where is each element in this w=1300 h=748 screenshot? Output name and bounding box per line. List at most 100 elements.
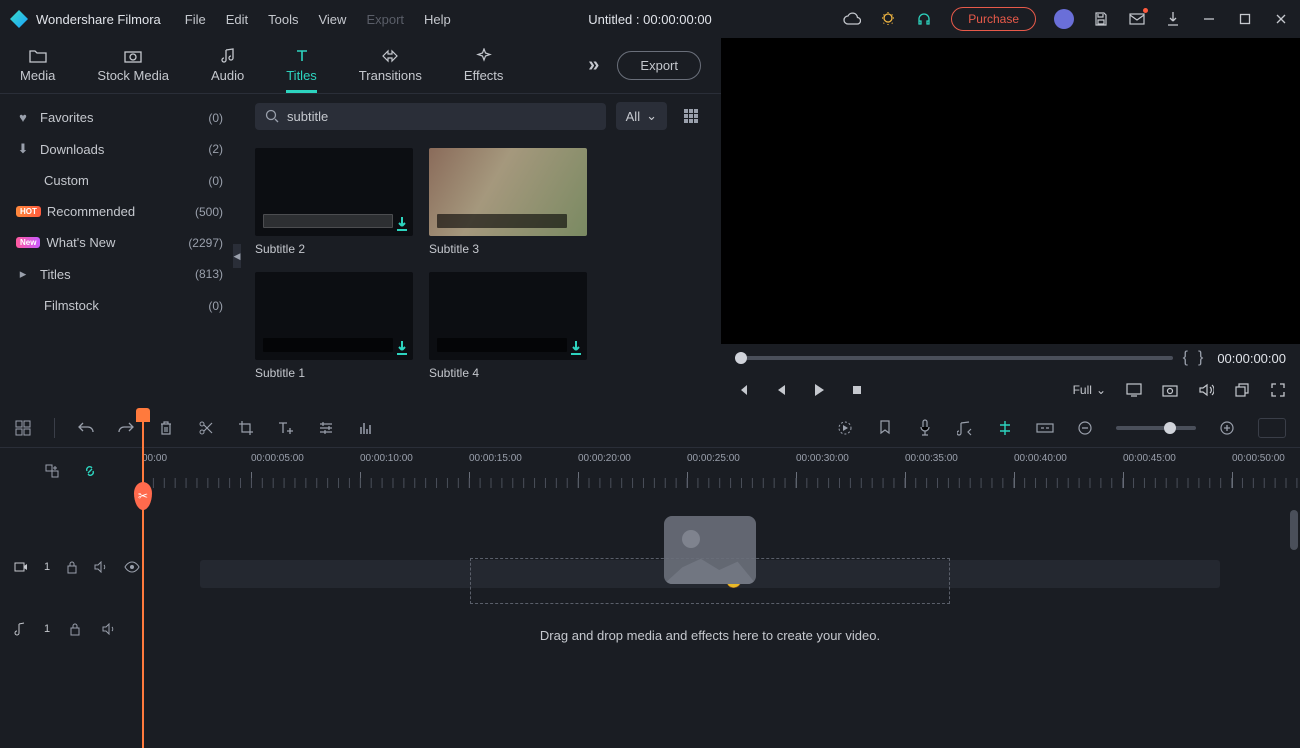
purchase-button[interactable]: Purchase [951,7,1036,31]
sidebar-item-custom[interactable]: Custom (0) [0,165,239,196]
eye-icon[interactable] [124,558,140,576]
volume-icon[interactable] [1198,382,1214,398]
tab-titles[interactable]: Titles [286,48,317,83]
menu-tools[interactable]: Tools [268,12,298,27]
sidebar-item-favorites[interactable]: ♥ Favorites (0) [0,102,239,133]
playhead[interactable]: ✂ [142,408,144,746]
link-icon[interactable] [81,462,99,480]
save-icon[interactable] [1092,10,1110,28]
mute-icon[interactable] [94,558,108,576]
marker-icon[interactable] [876,419,894,437]
prev-frame-icon[interactable] [735,382,751,398]
lock-icon[interactable] [66,620,84,638]
thumb-label: Subtitle 3 [429,242,587,256]
detach-window-icon[interactable] [1234,382,1250,398]
audio-mixer-icon[interactable] [357,419,375,437]
collapse-handle-icon[interactable]: ◀ [233,244,241,268]
mark-in-icon[interactable]: { [1183,349,1188,367]
menu-edit[interactable]: Edit [226,12,248,27]
display-icon[interactable] [1126,382,1142,398]
sidebar-item-downloads[interactable]: ⬇ Downloads (2) [0,133,239,165]
search-input[interactable] [287,109,596,124]
sidebar-item-filmstock[interactable]: Filmstock (0) [0,290,239,321]
lock-icon[interactable] [66,558,78,576]
add-track-icon[interactable] [43,462,61,480]
menu-file[interactable]: File [185,12,206,27]
zoom-out-icon[interactable] [1076,419,1094,437]
camera-icon [123,48,143,64]
scrollbar-thumb[interactable] [1290,510,1298,550]
tab-stock-media[interactable]: Stock Media [97,48,169,83]
mark-out-icon[interactable]: } [1198,349,1203,367]
video-track-header[interactable]: 1 [0,546,142,588]
voiceover-icon[interactable] [916,419,934,437]
minimize-button[interactable] [1200,10,1218,28]
sidebar-item-recommended[interactable]: HOT Recommended (500) [0,196,239,227]
download-icon[interactable] [1164,10,1182,28]
mute-icon[interactable] [100,620,118,638]
zoom-in-icon[interactable] [1218,419,1236,437]
music-note-icon [218,48,238,64]
transition-icon [380,48,400,64]
headphones-icon[interactable] [915,10,933,28]
scrubber-track[interactable] [735,356,1173,360]
layout-icon[interactable] [14,419,32,437]
play-icon[interactable] [811,382,827,398]
undo-icon[interactable] [77,419,95,437]
title-thumb[interactable]: Subtitle 4 [429,272,587,380]
tab-audio[interactable]: Audio [211,48,244,83]
crop-icon[interactable] [237,419,255,437]
redo-icon[interactable] [117,419,135,437]
auto-ripple-icon[interactable] [1036,419,1054,437]
render-icon[interactable] [836,419,854,437]
timeline-ruler[interactable]: 00:0000:00:05:0000:00:10:0000:00:15:0000… [142,448,1300,494]
sidebar-item-whats-new[interactable]: New What's New (2297) [0,227,239,258]
delete-icon[interactable] [157,419,175,437]
preview-viewport[interactable] [721,38,1300,344]
lightbulb-icon[interactable] [879,10,897,28]
mail-icon[interactable] [1128,10,1146,28]
grid-view-icon[interactable] [677,102,705,130]
stop-icon[interactable] [849,382,865,398]
audio-track-header[interactable]: 1 [0,608,142,650]
timeline-toolbar [0,408,1300,448]
content-panel: ◀ All ⌄ Subtitle 2 [239,94,721,408]
title-thumb[interactable]: Subtitle 2 [255,148,413,256]
zoom-slider[interactable] [1116,426,1196,430]
close-button[interactable] [1272,10,1290,28]
app-logo-icon [10,10,28,28]
audio-sync-icon[interactable] [956,419,974,437]
resolution-select[interactable]: Full⌄ [1073,383,1106,397]
snap-icon[interactable] [996,419,1014,437]
fullscreen-icon[interactable] [1270,382,1286,398]
drop-zone[interactable]: ✊ Drag and drop media and effects here t… [200,516,1220,646]
add-text-icon[interactable] [277,419,295,437]
split-icon[interactable] [197,419,215,437]
export-button[interactable]: Export [617,51,701,80]
tab-transitions[interactable]: Transitions [359,48,422,83]
menu-help[interactable]: Help [424,12,451,27]
sidebar-item-label: Filmstock [44,298,208,313]
menu-export[interactable]: Export [366,12,404,27]
sidebar-item-titles[interactable]: ▸ Titles (813) [0,258,239,290]
tab-media[interactable]: Media [20,48,55,83]
step-back-icon[interactable] [773,382,789,398]
snapshot-icon[interactable] [1162,382,1178,398]
expand-right-icon[interactable]: » [588,54,599,77]
title-thumb[interactable]: Subtitle 1 [255,272,413,380]
sidebar-item-count: (0) [208,299,223,313]
user-avatar-icon[interactable] [1054,9,1074,29]
timeline-tracks[interactable]: ✊ Drag and drop media and effects here t… [0,494,1300,746]
folder-icon [28,48,48,64]
preview-scrubber: { } 00:00:00:00 [721,344,1300,372]
menu-view[interactable]: View [318,12,346,27]
menubar: File Edit Tools View Export Help [185,12,451,27]
filter-select[interactable]: All ⌄ [616,102,667,130]
timeline-overview-icon[interactable] [1258,418,1286,438]
maximize-button[interactable] [1236,10,1254,28]
search-box[interactable] [255,103,606,130]
title-thumb[interactable]: Subtitle 3 [429,148,587,256]
tab-effects[interactable]: Effects [464,48,504,83]
adjust-icon[interactable] [317,419,335,437]
cloud-icon[interactable] [843,10,861,28]
